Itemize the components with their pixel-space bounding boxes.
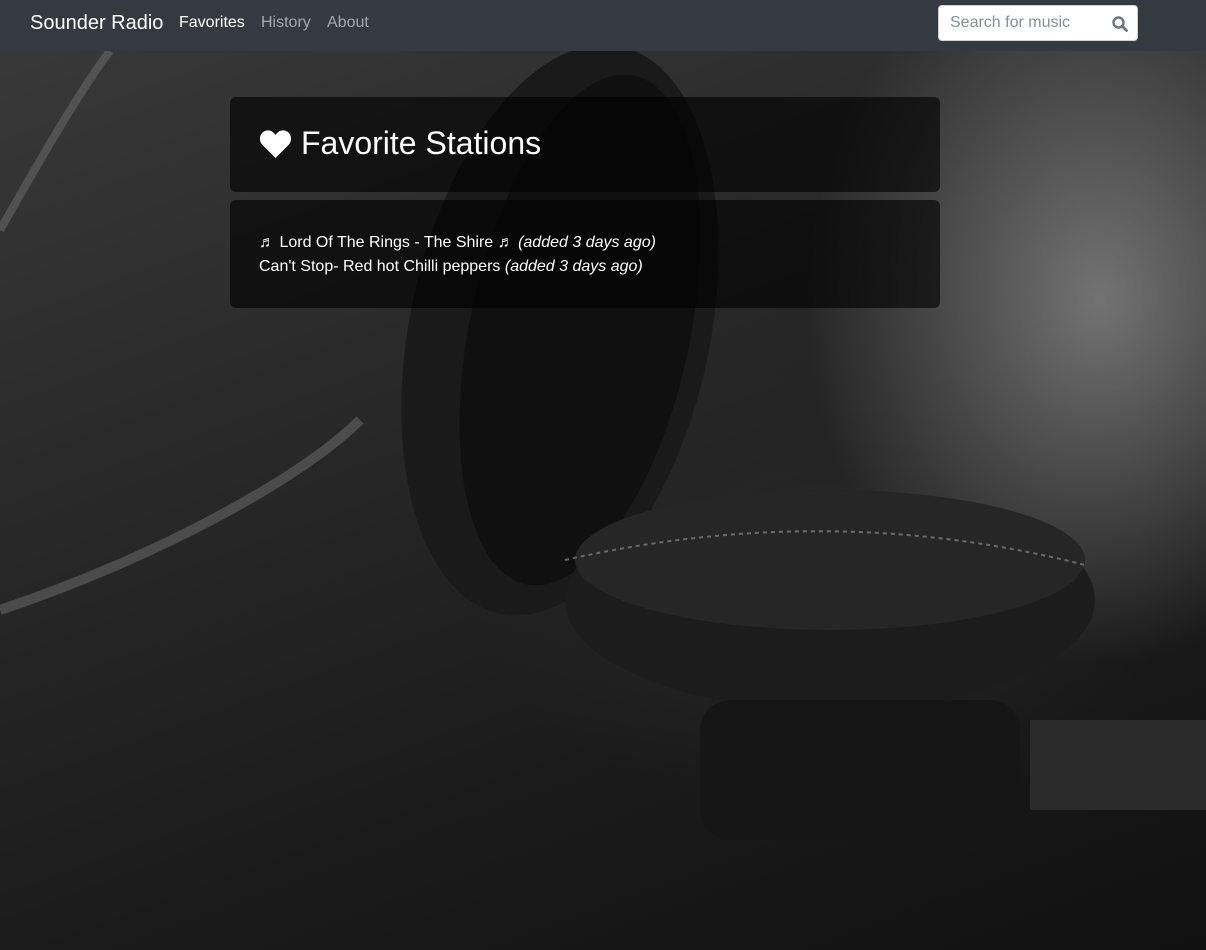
search-box <box>938 5 1138 41</box>
favorites-list-card: ♬ Lord Of The Rings - The Shire ♬ (added… <box>230 200 940 308</box>
station-added-time: (added 3 days ago) <box>518 234 656 251</box>
brand-logo[interactable]: Sounder Radio <box>30 12 163 35</box>
nav-favorites[interactable]: Favorites <box>179 14 245 32</box>
station-name: ♬ Lord Of The Rings - The Shire ♬ <box>259 234 514 251</box>
nav-history[interactable]: History <box>261 14 311 32</box>
favorites-header-card: Favorite Stations <box>230 97 940 192</box>
page-title: Favorite Stations <box>259 125 541 162</box>
top-navbar: Sounder Radio Favorites History About <box>0 0 1206 51</box>
station-item[interactable]: ♬ Lord Of The Rings - The Shire ♬ (added… <box>259 231 656 255</box>
search-icon[interactable] <box>1111 15 1129 33</box>
station-list: ♬ Lord Of The Rings - The Shire ♬ (added… <box>259 231 656 279</box>
nav-about[interactable]: About <box>327 14 369 32</box>
search-input[interactable] <box>939 6 1104 40</box>
station-name: Can't Stop- Red hot Chilli peppers <box>259 258 501 275</box>
heart-icon <box>259 129 292 158</box>
page-title-text: Favorite Stations <box>301 125 542 161</box>
station-added-time: (added 3 days ago) <box>504 258 643 275</box>
station-item[interactable]: Can't Stop- Red hot Chilli peppers (adde… <box>259 255 656 279</box>
